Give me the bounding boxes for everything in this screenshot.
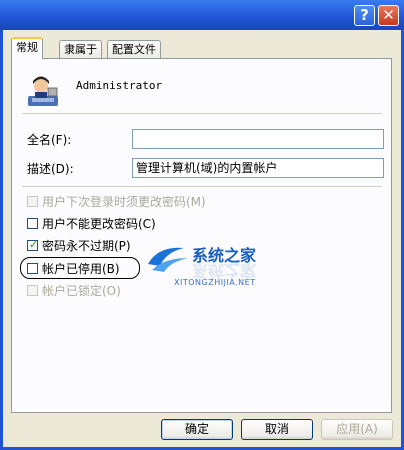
checkbox-label: 用户不能更改密码(C) <box>42 216 156 231</box>
watermark-subtitle: XITONGZHIJIA.NET <box>174 278 256 287</box>
close-button[interactable]: ✕ <box>378 5 399 26</box>
watermark-icon <box>148 247 188 272</box>
help-button[interactable]: ? <box>354 5 375 26</box>
description-label: 描述(D): <box>27 162 74 176</box>
cannot-change-password-checkbox[interactable]: 用户不能更改密码(C) <box>27 215 156 231</box>
checkbox-label: 帐户已锁定(O) <box>42 283 121 298</box>
description-input[interactable]: 管理计算机(域)的内置帐户 <box>132 158 384 178</box>
tab-general[interactable]: 常规 <box>11 37 43 59</box>
checkbox-box[interactable] <box>27 217 38 229</box>
account-locked-checkbox[interactable]: 帐户已锁定(O) <box>27 282 121 298</box>
title-bar: ? ✕ <box>0 0 404 30</box>
fullname-label: 全名(F): <box>27 133 72 147</box>
cancel-button[interactable]: 取消 <box>241 419 313 440</box>
ok-button[interactable]: 确定 <box>161 419 233 440</box>
fullname-input[interactable] <box>132 129 384 149</box>
checkbox-box[interactable] <box>27 195 38 207</box>
watermark-logo: 系统之家 系统之家 XITONGZHIJIA.NET <box>144 242 294 302</box>
divider <box>22 186 382 187</box>
user-name: Administrator <box>76 79 163 92</box>
checkbox-box[interactable] <box>27 284 38 296</box>
must-change-password-checkbox[interactable]: 用户下次登录时须更改密码(M) <box>27 193 206 209</box>
divider <box>22 113 382 114</box>
password-never-expires-checkbox[interactable]: ✓ 密码永不过期(P) <box>27 237 131 253</box>
checkbox-box[interactable]: ✓ <box>27 237 39 251</box>
apply-button[interactable]: 应用(A) <box>321 419 393 440</box>
highlight-annotation <box>20 257 140 279</box>
tab-member-of[interactable]: 隶属于 <box>59 40 102 58</box>
properties-dialog: 常规 隶属于 配置文件 Administrator 全名(F): 描述(D): … <box>0 30 404 450</box>
checkmark-icon: ✓ <box>29 237 39 251</box>
checkbox-label: 密码永不过期(P) <box>42 238 131 253</box>
general-panel: Administrator 全名(F): 描述(D): 管理计算机(域)的内置帐… <box>11 58 392 413</box>
user-icon <box>28 76 58 106</box>
checkbox-label: 用户下次登录时须更改密码(M) <box>42 194 206 209</box>
tab-profile[interactable]: 配置文件 <box>107 40 161 58</box>
